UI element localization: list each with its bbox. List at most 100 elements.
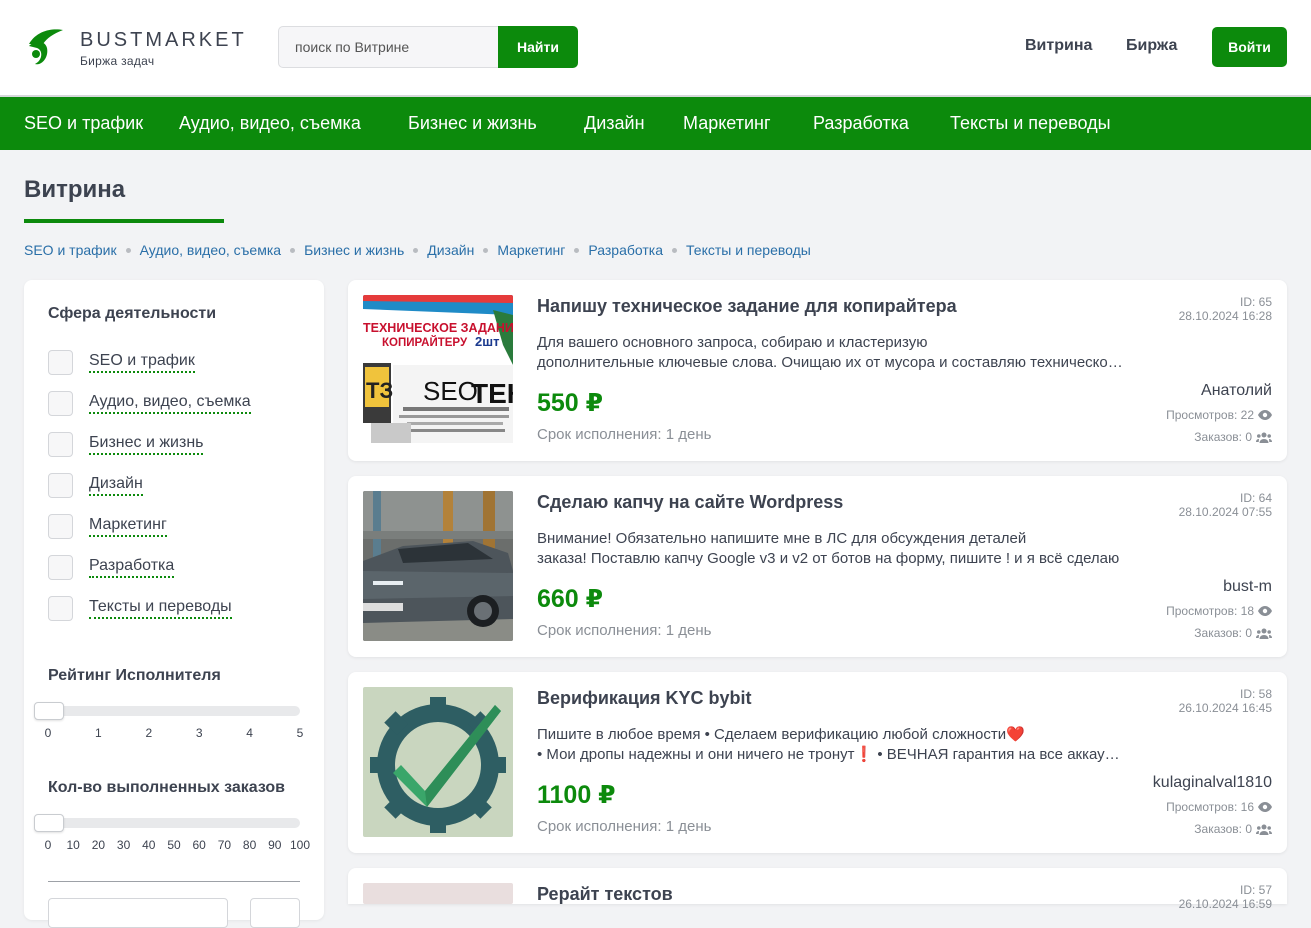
checkbox[interactable] xyxy=(48,514,73,539)
checkbox[interactable] xyxy=(48,391,73,416)
filter-label[interactable]: Разработка xyxy=(89,557,175,578)
category-nav-seo[interactable]: SEO и трафик xyxy=(24,113,143,134)
price-from-input[interactable] xyxy=(48,898,228,928)
price-to-input[interactable] xyxy=(250,898,300,928)
filter-label[interactable]: Тексты и переводы xyxy=(89,598,232,619)
listing-image[interactable] xyxy=(363,491,513,641)
filter-audio-video[interactable]: Аудио, видео, съемка xyxy=(48,391,251,416)
listing-title[interactable]: Рерайт текстов xyxy=(537,884,673,905)
checkbox[interactable] xyxy=(48,432,73,457)
category-link-design[interactable]: Дизайн xyxy=(427,242,474,258)
eye-icon xyxy=(1258,606,1272,616)
tick-label: 4 xyxy=(246,726,253,740)
listing-date: 26.10.2024 16:45 xyxy=(1178,701,1272,715)
tick-label: 10 xyxy=(66,838,80,852)
checkbox[interactable] xyxy=(48,473,73,498)
tick-label: 80 xyxy=(242,838,257,852)
listing-author[interactable]: kulaginalval1810 xyxy=(1153,774,1272,792)
listing-title[interactable]: Напишу техническое задание для копирайте… xyxy=(537,296,957,317)
tick-label: 2 xyxy=(145,726,153,740)
checkbox[interactable] xyxy=(48,555,73,580)
orders-slider[interactable] xyxy=(34,814,300,832)
listing-image[interactable]: ТЕХНИЧЕСКОЕ ЗАДАНИЕ КОПИРАЙТЕРУ 2шт ТЗ S… xyxy=(363,295,513,445)
filter-label[interactable]: Бизнес и жизнь xyxy=(89,434,204,455)
category-link-development[interactable]: Разработка xyxy=(588,242,663,258)
login-button[interactable]: Войти xyxy=(1212,27,1287,67)
orders-ticks: 0 10 20 30 40 50 60 70 80 90 100 xyxy=(44,838,310,852)
image-text: ТЗ xyxy=(366,378,393,403)
filter-marketing[interactable]: Маркетинг xyxy=(48,514,167,539)
category-nav-audio-video[interactable]: Аудио, видео, съемка xyxy=(179,113,361,134)
nav-link-birzha[interactable]: Биржа xyxy=(1126,37,1177,55)
category-nav-business[interactable]: Бизнес и жизнь xyxy=(408,113,537,134)
listing-card[interactable]: Рерайт текстов ID: 57 26.10.2024 16:59 xyxy=(348,868,1287,911)
category-link-seo[interactable]: SEO и трафик xyxy=(24,242,117,258)
filter-label[interactable]: Маркетинг xyxy=(89,516,167,537)
listing-id: ID: 65 xyxy=(1239,295,1272,309)
category-link-business[interactable]: Бизнес и жизнь xyxy=(304,242,404,258)
search-button[interactable]: Найти xyxy=(498,26,578,68)
nav-link-vitrina[interactable]: Витрина xyxy=(1025,37,1092,55)
search-form: Найти xyxy=(278,26,578,68)
views-label: Просмотров: 18 xyxy=(1166,604,1254,618)
listing-description: Внимание! Обязательно напишите мне в ЛС … xyxy=(537,529,1127,569)
listing-card[interactable]: ТЕХНИЧЕСКОЕ ЗАДАНИЕ КОПИРАЙТЕРУ 2шт ТЗ S… xyxy=(348,280,1287,461)
tick-label: 0 xyxy=(44,726,52,740)
listing-image[interactable] xyxy=(363,687,513,837)
rating-ticks: 0 1 2 3 4 5 xyxy=(44,726,304,740)
tick-label: 3 xyxy=(195,726,203,740)
category-link-marketing[interactable]: Маркетинг xyxy=(497,242,565,258)
users-icon xyxy=(1256,824,1272,835)
listing-price: 660 ₽ xyxy=(537,585,604,613)
category-nav-design[interactable]: Дизайн xyxy=(584,113,645,134)
category-link-texts[interactable]: Тексты и переводы xyxy=(686,242,811,258)
rating-slider-handle[interactable] xyxy=(34,702,64,720)
brand-subtitle: Биржа задач xyxy=(80,54,155,68)
filter-seo[interactable]: SEO и трафик xyxy=(48,350,195,375)
brand-name: BUSTMARKET xyxy=(80,29,247,51)
checkbox[interactable] xyxy=(48,350,73,375)
sphere-heading: Сфера деятельности xyxy=(48,305,217,322)
tick-label: 0 xyxy=(44,838,52,852)
orders-label: Заказов: 0 xyxy=(1194,626,1252,640)
filter-label[interactable]: SEO и трафик xyxy=(89,352,195,373)
checkbox[interactable] xyxy=(48,596,73,621)
users-icon xyxy=(1256,628,1272,639)
tick-label: 40 xyxy=(142,838,156,852)
category-nav-marketing[interactable]: Маркетинг xyxy=(683,113,771,134)
filter-sidebar: Сфера деятельности SEO и трафик Аудио, в… xyxy=(24,280,324,928)
rating-slider[interactable] xyxy=(34,702,300,720)
search-input[interactable] xyxy=(278,26,498,68)
filter-design[interactable]: Дизайн xyxy=(48,473,143,498)
rating-heading: Рейтинг Исполнителя xyxy=(48,667,221,684)
listing-author[interactable]: bust-m xyxy=(1223,578,1272,596)
category-nav-development[interactable]: Разработка xyxy=(813,113,909,134)
listing-card[interactable]: Верификация KYC bybit Пишите в любое вре… xyxy=(348,672,1287,853)
listing-image[interactable] xyxy=(363,883,513,904)
listing-title[interactable]: Верификация KYC bybit xyxy=(537,688,752,709)
listing-id: ID: 64 xyxy=(1239,491,1272,505)
listing-date: 28.10.2024 07:55 xyxy=(1178,505,1272,519)
listing-term: Срок исполнения: 1 день xyxy=(537,818,712,835)
description-line: дополнительные ключевые слова. Очищаю их… xyxy=(537,354,1127,371)
listing-author[interactable]: Анатолий xyxy=(1201,382,1272,400)
header: BUSTMARKET Биржа задач Найти Витрина Бир… xyxy=(0,0,1311,97)
filter-development[interactable]: Разработка xyxy=(48,555,175,580)
brand[interactable]: BUSTMARKET Биржа задач xyxy=(80,29,247,68)
category-link-audio-video[interactable]: Аудио, видео, съемка xyxy=(140,242,281,258)
listing-card[interactable]: Сделаю капчу на сайте Wordpress Внимание… xyxy=(348,476,1287,657)
tick-label: 100 xyxy=(289,838,311,852)
image-text: 2шт xyxy=(475,334,499,349)
listing-title[interactable]: Сделаю капчу на сайте Wordpress xyxy=(537,492,843,513)
tick-label: 5 xyxy=(296,726,304,740)
filter-texts[interactable]: Тексты и переводы xyxy=(48,596,232,621)
filter-label[interactable]: Аудио, видео, съемка xyxy=(89,393,251,414)
orders-count: Заказов: 0 xyxy=(1194,822,1272,836)
bustmarket-logo-icon[interactable] xyxy=(23,26,65,68)
orders-label: Заказов: 0 xyxy=(1194,822,1252,836)
orders-slider-handle[interactable] xyxy=(34,814,64,832)
filter-business[interactable]: Бизнес и жизнь xyxy=(48,432,204,457)
filter-label[interactable]: Дизайн xyxy=(89,475,143,496)
category-nav-texts[interactable]: Тексты и переводы xyxy=(950,113,1111,134)
image-text: SEO xyxy=(423,376,478,406)
